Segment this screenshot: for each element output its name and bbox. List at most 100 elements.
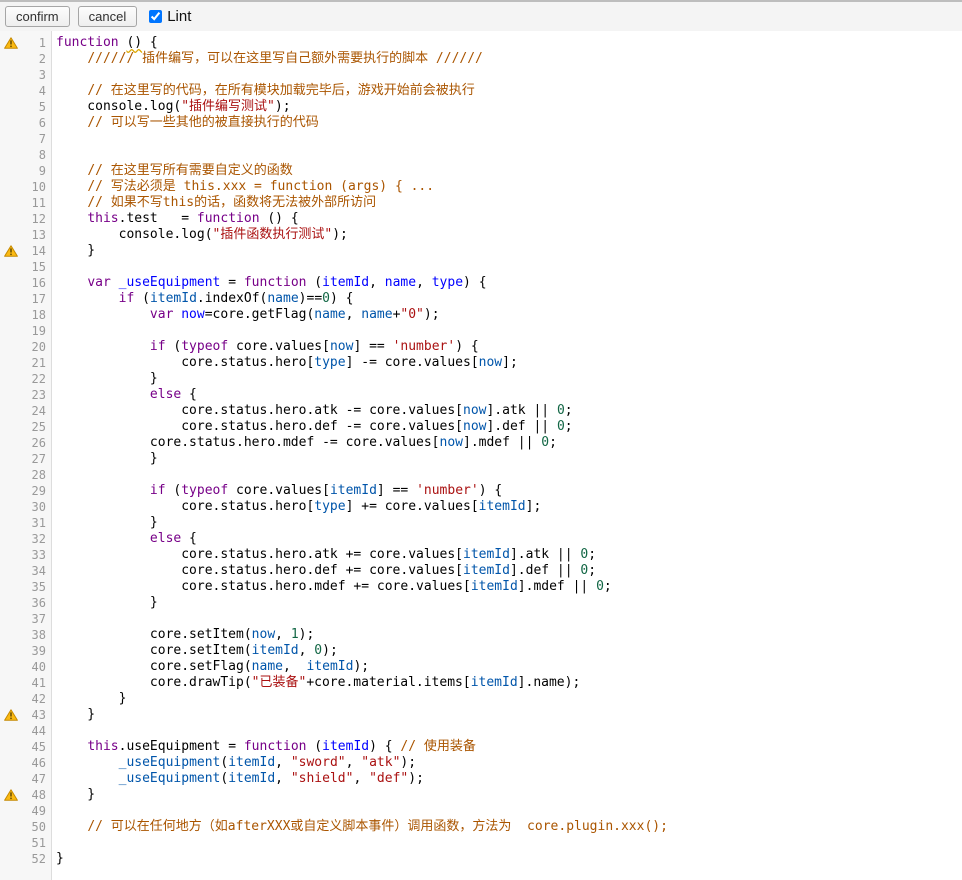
code-line[interactable]: } xyxy=(56,595,668,611)
line-number: 8 xyxy=(22,147,51,163)
line-number: 27 xyxy=(22,451,51,467)
code-line[interactable]: if (itemId.indexOf(name)==0) { xyxy=(56,291,668,307)
code-line[interactable]: console.log("插件函数执行测试"); xyxy=(56,227,668,243)
lint-warning-icon[interactable] xyxy=(0,708,22,722)
code-line[interactable]: var _useEquipment = function (itemId, na… xyxy=(56,275,668,291)
line-number: 43 xyxy=(22,707,51,723)
gutter-row: 28 xyxy=(0,467,51,483)
line-number: 2 xyxy=(22,51,51,67)
gutter-marker xyxy=(0,164,22,178)
lint-checkbox[interactable] xyxy=(149,10,162,23)
code-line[interactable]: // 可以在任何地方（如afterXXX或自定义脚本事件）调用函数，方法为 co… xyxy=(56,819,668,835)
line-number: 5 xyxy=(22,99,51,115)
code-line[interactable]: function () { xyxy=(56,35,668,51)
line-number: 14 xyxy=(22,243,51,259)
code-line[interactable]: else { xyxy=(56,387,668,403)
code-line[interactable]: core.status.hero[type] += core.values[it… xyxy=(56,499,668,515)
gutter-marker xyxy=(0,596,22,610)
code-line[interactable] xyxy=(56,467,668,483)
code-line[interactable]: _useEquipment(itemId, "shield", "def"); xyxy=(56,771,668,787)
gutter-marker xyxy=(0,436,22,450)
code-line[interactable] xyxy=(56,611,668,627)
code-line[interactable]: ////// 插件编写，可以在这里写自己额外需要执行的脚本 ////// xyxy=(56,51,668,67)
code-line[interactable]: core.status.hero.atk -= core.values[now]… xyxy=(56,403,668,419)
code-line[interactable]: } xyxy=(56,243,668,259)
gutter-row: 6 xyxy=(0,115,51,131)
line-number: 39 xyxy=(22,643,51,659)
gutter-row: 3 xyxy=(0,67,51,83)
code-line[interactable]: core.setItem(now, 1); xyxy=(56,627,668,643)
code-line[interactable]: _useEquipment(itemId, "sword", "atk"); xyxy=(56,755,668,771)
gutter-marker xyxy=(0,692,22,706)
code-line[interactable]: // 在这里写的代码，在所有模块加载完毕后，游戏开始前会被执行 xyxy=(56,83,668,99)
cancel-button[interactable]: cancel xyxy=(78,6,138,27)
code-line[interactable]: // 写法必须是 this.xxx = function (args) { ..… xyxy=(56,179,668,195)
gutter-marker xyxy=(0,84,22,98)
lint-warning-icon[interactable] xyxy=(0,244,22,258)
gutter-row: 9 xyxy=(0,163,51,179)
gutter-row: 33 xyxy=(0,547,51,563)
code-line[interactable]: core.drawTip("已装备"+core.material.items[i… xyxy=(56,675,668,691)
code-line[interactable]: if (typeof core.values[now] == 'number')… xyxy=(56,339,668,355)
code-line[interactable]: console.log("插件编写测试"); xyxy=(56,99,668,115)
code-line[interactable]: core.status.hero.mdef += core.values[ite… xyxy=(56,579,668,595)
code-line[interactable]: core.status.hero[type] -= core.values[no… xyxy=(56,355,668,371)
gutter-row: 50 xyxy=(0,819,51,835)
line-number: 6 xyxy=(22,115,51,131)
code-editor[interactable]: 1234567891011121314151617181920212223242… xyxy=(0,31,962,880)
code-line[interactable]: else { xyxy=(56,531,668,547)
code-line[interactable]: core.status.hero.def -= core.values[now]… xyxy=(56,419,668,435)
gutter-marker xyxy=(0,660,22,674)
code-line[interactable]: this.useEquipment = function (itemId) { … xyxy=(56,739,668,755)
editor-code-area[interactable]: function () { ////// 插件编写，可以在这里写自己额外需要执行… xyxy=(52,31,668,880)
code-line[interactable] xyxy=(56,723,668,739)
gutter-marker xyxy=(0,276,22,290)
gutter-marker xyxy=(0,772,22,786)
gutter-row: 44 xyxy=(0,723,51,739)
line-number: 10 xyxy=(22,179,51,195)
code-line[interactable] xyxy=(56,131,668,147)
code-line[interactable]: core.setFlag(name, itemId); xyxy=(56,659,668,675)
code-line[interactable]: this.test = function () { xyxy=(56,211,668,227)
line-number: 30 xyxy=(22,499,51,515)
code-line[interactable]: // 如果不写this的话，函数将无法被外部所访问 xyxy=(56,195,668,211)
code-line[interactable]: } xyxy=(56,515,668,531)
code-line[interactable] xyxy=(56,835,668,851)
code-line[interactable]: } xyxy=(56,451,668,467)
code-line[interactable]: var now=core.getFlag(name, name+"0"); xyxy=(56,307,668,323)
code-line[interactable]: // 在这里写所有需要自定义的函数 xyxy=(56,163,668,179)
code-line[interactable] xyxy=(56,803,668,819)
code-line[interactable]: } xyxy=(56,707,668,723)
line-number: 36 xyxy=(22,595,51,611)
gutter-marker xyxy=(0,676,22,690)
confirm-button[interactable]: confirm xyxy=(5,6,70,27)
gutter-row: 35 xyxy=(0,579,51,595)
code-line[interactable] xyxy=(56,323,668,339)
gutter-marker xyxy=(0,420,22,434)
code-line[interactable]: } xyxy=(56,851,668,867)
gutter-row: 17 xyxy=(0,291,51,307)
gutter-marker xyxy=(0,340,22,354)
code-line[interactable]: // 可以写一些其他的被直接执行的代码 xyxy=(56,115,668,131)
code-line[interactable]: } xyxy=(56,691,668,707)
code-line[interactable]: core.status.hero.atk += core.values[item… xyxy=(56,547,668,563)
code-line[interactable]: core.setItem(itemId, 0); xyxy=(56,643,668,659)
code-line[interactable]: core.status.hero.def += core.values[item… xyxy=(56,563,668,579)
code-line[interactable] xyxy=(56,259,668,275)
line-number: 22 xyxy=(22,371,51,387)
gutter-row: 30 xyxy=(0,499,51,515)
code-line[interactable]: } xyxy=(56,787,668,803)
code-line[interactable] xyxy=(56,147,668,163)
lint-warning-icon[interactable] xyxy=(0,788,22,802)
code-line[interactable]: } xyxy=(56,371,668,387)
gutter-marker xyxy=(0,356,22,370)
code-line[interactable]: if (typeof core.values[itemId] == 'numbe… xyxy=(56,483,668,499)
lint-warning-icon[interactable] xyxy=(0,36,22,50)
gutter-marker xyxy=(0,548,22,562)
code-line[interactable]: core.status.hero.mdef -= core.values[now… xyxy=(56,435,668,451)
line-number: 52 xyxy=(22,851,51,867)
code-line[interactable] xyxy=(56,67,668,83)
gutter-row: 37 xyxy=(0,611,51,627)
gutter-row: 51 xyxy=(0,835,51,851)
gutter-marker xyxy=(0,516,22,530)
